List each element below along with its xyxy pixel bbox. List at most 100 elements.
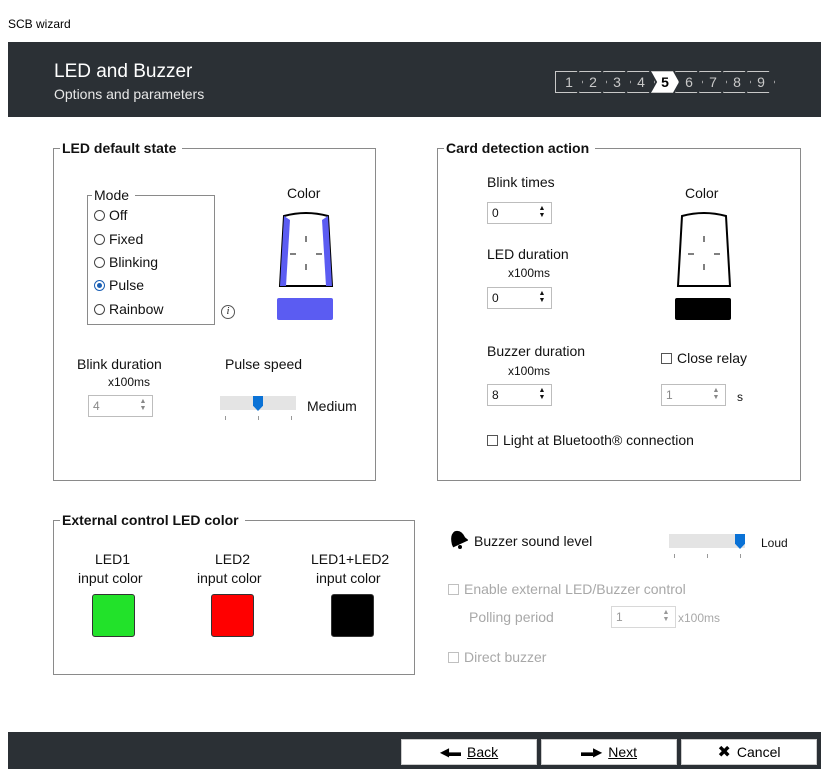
led-duration-spinner[interactable]: 0 ▲ ▼	[487, 287, 552, 309]
step-2: 2	[579, 71, 607, 93]
mode-legend: Mode	[92, 187, 136, 203]
card-color-swatch[interactable]	[675, 298, 731, 320]
polling-period-spinner[interactable]: 1 ▲ ▼	[611, 606, 676, 628]
led2-label: LED2	[215, 551, 251, 567]
back-button[interactable]: ◀▬ Back	[401, 739, 537, 765]
radio-label: Off	[109, 207, 128, 223]
info-icon[interactable]: i	[221, 305, 235, 319]
spinner-arrows-icon[interactable]: ▲ ▼	[659, 609, 673, 625]
buzzer-duration-spinner[interactable]: 8 ▲ ▼	[487, 384, 552, 406]
spinner-value: 1	[616, 610, 623, 624]
relay-unit-label: s	[737, 390, 743, 404]
led2-sublabel: input color	[197, 570, 262, 586]
spinner-value: 8	[492, 388, 499, 402]
spinner-value: 1	[666, 388, 673, 402]
radio-indicator	[94, 256, 105, 268]
led-default-state-legend: LED default state	[60, 140, 183, 156]
mode-radio-blinking[interactable]: Blinking	[94, 254, 158, 270]
checkbox-label: Direct buzzer	[464, 649, 547, 665]
radio-label: Blinking	[109, 254, 159, 270]
cancel-button-label: Cancel	[736, 744, 781, 760]
led-color-label: Color	[287, 185, 321, 201]
slider-tick	[674, 554, 675, 558]
step-4: 4	[627, 71, 655, 93]
mode-radio-pulse[interactable]: Pulse	[94, 277, 144, 293]
led-color-swatch[interactable]	[277, 298, 333, 320]
card-detection-legend: Card detection action	[444, 140, 596, 156]
radio-indicator	[94, 303, 105, 315]
reader-device-icon	[278, 212, 334, 287]
relay-time-spinner[interactable]: 1 ▲ ▼	[661, 384, 726, 406]
close-relay-checkbox[interactable]: Close relay	[661, 350, 747, 366]
slider-tick	[291, 416, 292, 420]
checkbox-indicator	[448, 651, 459, 663]
next-button-label: Next	[608, 744, 638, 760]
radio-label: Pulse	[109, 277, 145, 293]
buzzer-sound-level-label: Buzzer sound level	[474, 533, 593, 549]
spinner-arrows-icon[interactable]: ▲ ▼	[535, 387, 549, 403]
step-3: 3	[603, 71, 631, 93]
slider-tick	[225, 416, 226, 420]
step-9: 9	[747, 71, 775, 93]
card-color-label: Color	[685, 185, 719, 201]
led-duration-label: LED duration	[487, 246, 569, 262]
close-icon: ✖	[717, 744, 731, 761]
external-led-legend: External control LED color	[60, 512, 245, 528]
buzzer-duration-label: Buzzer duration	[487, 343, 586, 359]
cancel-button[interactable]: ✖ Cancel	[681, 739, 817, 765]
slider-tick	[707, 554, 708, 558]
mode-radio-rainbow[interactable]: Rainbow	[94, 301, 163, 317]
radio-indicator	[94, 233, 105, 245]
led1-led2-sublabel: input color	[316, 570, 381, 586]
enable-external-control-checkbox[interactable]: Enable external LED/Buzzer control	[448, 581, 686, 597]
led1-color-swatch[interactable]	[92, 594, 135, 637]
pulse-speed-value: Medium	[307, 398, 357, 414]
mode-radio-off[interactable]: Off	[94, 207, 127, 223]
bluetooth-light-checkbox[interactable]: Light at Bluetooth® connection	[487, 432, 694, 448]
step-1: 1	[555, 71, 583, 93]
led1-led2-color-swatch[interactable]	[331, 594, 374, 637]
led-duration-unit: x100ms	[508, 266, 551, 280]
step-6: 6	[675, 71, 703, 93]
polling-unit-label: x100ms	[678, 611, 721, 625]
led1-led2-label: LED1+LED2	[311, 551, 390, 567]
blink-unit-label: x100ms	[108, 375, 151, 389]
radio-indicator	[94, 209, 105, 221]
spinner-arrows-icon[interactable]: ▲ ▼	[136, 398, 150, 414]
mode-radio-fixed[interactable]: Fixed	[94, 231, 143, 247]
wizard-footer: ◀▬ Back ▬▶ Next ✖ Cancel	[8, 732, 821, 769]
checkbox-indicator	[487, 434, 498, 446]
radio-label: Rainbow	[109, 301, 164, 317]
spinner-arrows-icon[interactable]: ▲ ▼	[709, 387, 723, 403]
buzzer-level-slider[interactable]	[669, 534, 745, 548]
step-5-active: 5	[651, 71, 679, 93]
back-button-label: Back	[467, 744, 499, 760]
led1-label: LED1	[95, 551, 131, 567]
slider-tick	[740, 554, 741, 558]
slider-tick	[258, 416, 259, 420]
pulse-speed-label: Pulse speed	[225, 356, 303, 372]
reader-device-icon	[676, 212, 732, 287]
blink-duration-spinner[interactable]: 4 ▲ ▼	[88, 395, 153, 417]
spinner-value: 4	[93, 399, 100, 413]
checkbox-label: Close relay	[677, 350, 748, 366]
next-button[interactable]: ▬▶ Next	[541, 739, 677, 765]
blink-times-label: Blink times	[487, 174, 555, 190]
buzzer-level-value: Loud	[761, 536, 788, 550]
checkbox-indicator	[448, 583, 459, 595]
spinner-arrows-icon[interactable]: ▲ ▼	[535, 290, 549, 306]
spinner-value: 0	[492, 206, 499, 220]
back-arrow-icon: ◀▬	[439, 745, 462, 759]
page-title: LED and Buzzer	[54, 61, 193, 82]
page-subtitle: Options and parameters	[54, 86, 205, 102]
direct-buzzer-checkbox[interactable]: Direct buzzer	[448, 649, 546, 665]
wizard-header: LED and Buzzer Options and parameters 1 …	[8, 42, 821, 117]
bell-icon	[451, 530, 468, 549]
blink-times-spinner[interactable]: 0 ▲ ▼	[487, 202, 552, 224]
spinner-arrows-icon[interactable]: ▲ ▼	[535, 205, 549, 221]
checkbox-indicator	[661, 352, 672, 364]
step-8: 8	[723, 71, 751, 93]
led2-color-swatch[interactable]	[211, 594, 254, 637]
checkbox-label: Enable external LED/Buzzer control	[464, 581, 686, 597]
polling-period-label: Polling period	[469, 609, 554, 625]
